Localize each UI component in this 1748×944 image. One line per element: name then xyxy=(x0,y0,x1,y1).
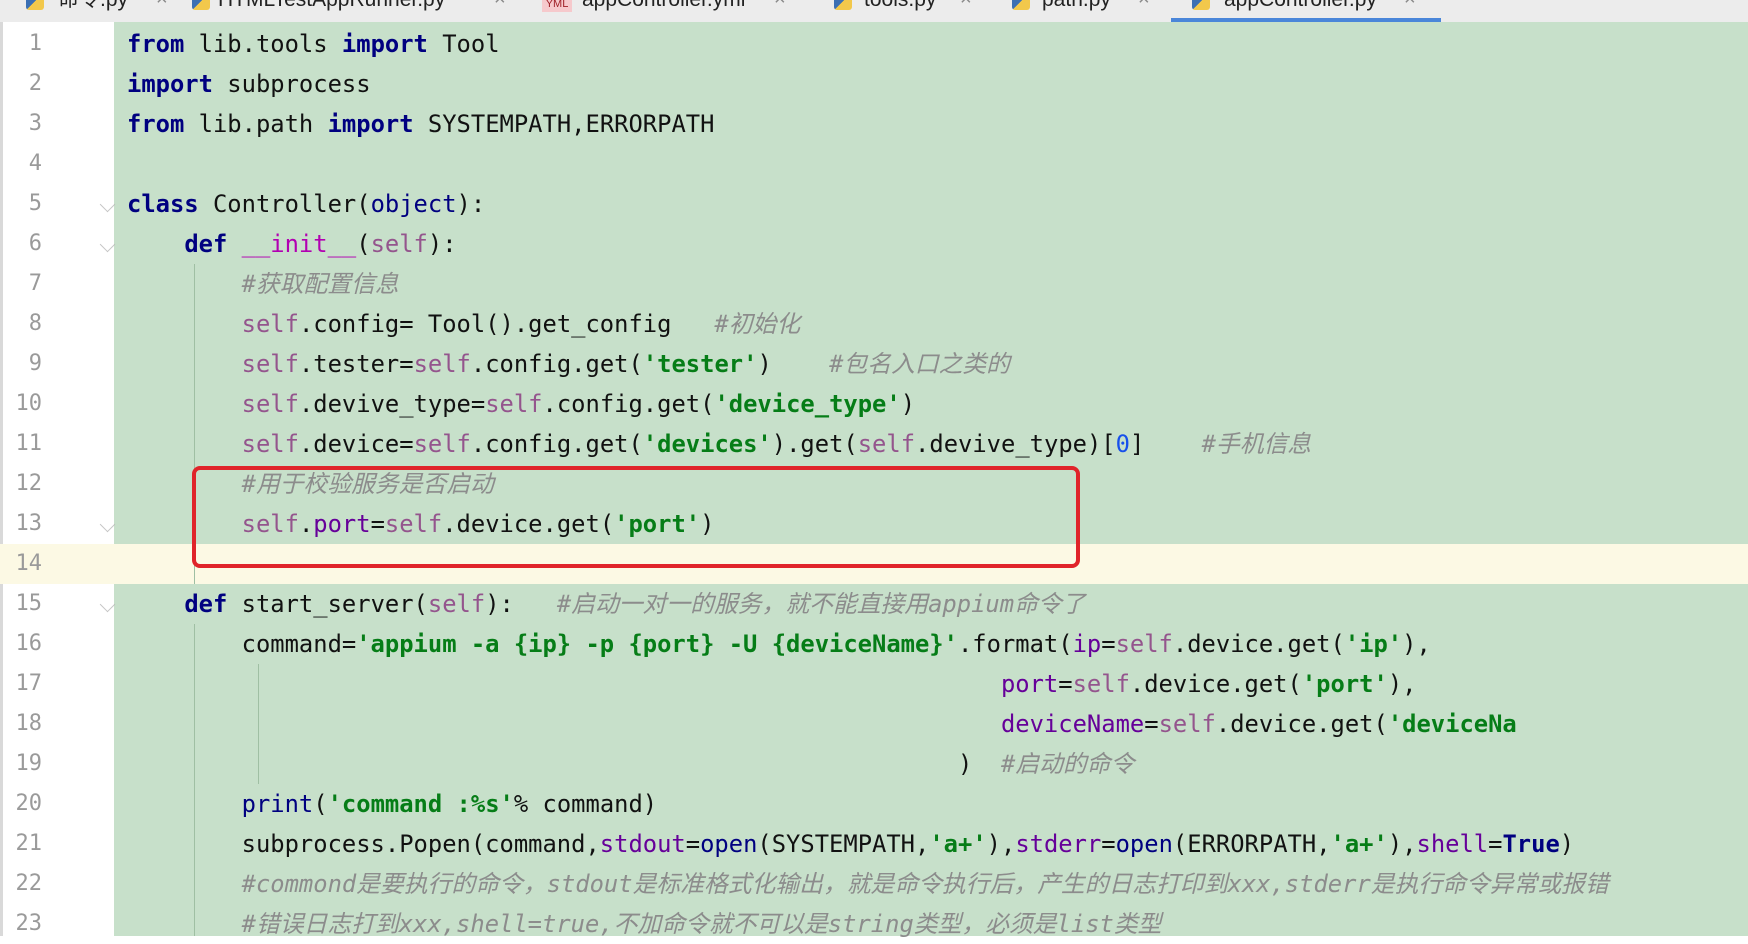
code-text[interactable]: #commond是要执行的命令，stdout是标准格式化输出，就是命令执行后，产… xyxy=(127,864,1609,904)
code-line: 5 class Controller(object): xyxy=(0,184,1748,224)
code-line: 3 from lib.path import SYSTEMPATH,ERRORP… xyxy=(0,104,1748,144)
line-number: 12 xyxy=(15,471,43,496)
code-text[interactable]: #获取配置信息 xyxy=(127,264,399,304)
code-text[interactable]: self.devive_type=self.config.get('device… xyxy=(127,384,915,424)
line-number: 3 xyxy=(28,111,42,136)
tab-label: path.py xyxy=(1042,0,1111,11)
line-number: 17 xyxy=(15,671,43,696)
code-text[interactable]: ) #启动的命令 xyxy=(127,744,1134,784)
tab-path-py[interactable]: path.py × xyxy=(1008,0,1150,22)
code-line: 9 self.tester=self.config.get('tester') … xyxy=(0,344,1748,384)
python-file-icon xyxy=(192,0,210,10)
tab-commands-py[interactable]: 命令.py × xyxy=(22,0,168,22)
line-number: 16 xyxy=(15,631,43,656)
line-number: 23 xyxy=(15,911,43,936)
code-line: 15 def start_server(self): #启动一对一的服务，就不能… xyxy=(0,584,1748,624)
fold-marker-icon[interactable] xyxy=(99,236,116,253)
tab-label: tools.py xyxy=(864,0,936,11)
line-number: 8 xyxy=(28,311,42,336)
code-text[interactable]: command='appium -a {ip} -p {port} -U {de… xyxy=(127,624,1431,664)
editor-tab-bar: 命令.py × HTMLTestAppRunner.py × YML appCo… xyxy=(0,0,1748,23)
close-icon[interactable]: × xyxy=(156,0,168,10)
close-icon[interactable]: × xyxy=(1404,0,1416,10)
close-icon[interactable]: × xyxy=(494,0,506,10)
code-text[interactable]: import subprocess xyxy=(127,64,371,104)
line-number: 2 xyxy=(28,71,42,96)
tab-label: HTMLTestAppRunner.py xyxy=(218,0,445,11)
close-icon[interactable]: × xyxy=(774,0,786,10)
line-number: 18 xyxy=(15,711,43,736)
code-line: 18 deviceName=self.device.get('deviceNa xyxy=(0,704,1748,744)
line-number: 19 xyxy=(15,751,43,776)
code-line: 11 self.device=self.config.get('devices'… xyxy=(0,424,1748,464)
code-text[interactable]: def __init__(self): xyxy=(127,224,456,264)
code-line: 16 command='appium -a {ip} -p {port} -U … xyxy=(0,624,1748,664)
code-text[interactable]: class Controller(object): xyxy=(127,184,485,224)
code-line: 17 port=self.device.get('port'), xyxy=(0,664,1748,704)
code-line: 20 print('command :%s'% command) xyxy=(0,784,1748,824)
fold-marker-icon[interactable] xyxy=(99,196,116,213)
code-line: 22 #commond是要执行的命令，stdout是标准格式化输出，就是命令执行… xyxy=(0,864,1748,904)
line-number: 22 xyxy=(15,871,43,896)
close-icon[interactable]: × xyxy=(960,0,972,10)
code-line: 2 import subprocess xyxy=(0,64,1748,104)
code-line: 10 self.devive_type=self.config.get('dev… xyxy=(0,384,1748,424)
code-line: 1 from lib.tools import Tool xyxy=(0,24,1748,64)
tab-label: appController.py xyxy=(1224,0,1377,11)
tab-label: 命令.py xyxy=(58,0,128,11)
line-number: 15 xyxy=(15,591,43,616)
code-text[interactable]: self.device=self.config.get('devices').g… xyxy=(127,424,1311,464)
tab-tools-py[interactable]: tools.py × xyxy=(830,0,972,22)
code-text[interactable]: port=self.device.get('port'), xyxy=(127,664,1417,704)
code-text[interactable]: self.tester=self.config.get('tester') #包… xyxy=(127,344,1010,384)
code-line: 6 def __init__(self): xyxy=(0,224,1748,264)
code-text[interactable]: def start_server(self): #启动一对一的服务，就不能直接用… xyxy=(127,584,1085,624)
python-file-icon xyxy=(1192,0,1210,10)
line-number: 4 xyxy=(28,151,42,176)
line-number: 13 xyxy=(15,511,43,536)
code-line: 23 #错误日志打到xxx,shell=true,不加命令就不可以是string… xyxy=(0,904,1748,944)
fold-marker-icon[interactable] xyxy=(99,516,116,533)
line-number: 5 xyxy=(28,191,42,216)
line-number: 14 xyxy=(15,551,43,576)
tab-appcontroller-yml[interactable]: YML appController.yml × xyxy=(542,0,786,22)
python-file-icon xyxy=(834,0,852,10)
line-number: 9 xyxy=(28,351,42,376)
python-file-icon xyxy=(26,0,44,10)
code-line: 7 #获取配置信息 xyxy=(0,264,1748,304)
line-number: 20 xyxy=(15,791,43,816)
python-file-icon xyxy=(1012,0,1030,10)
line-number: 1 xyxy=(28,31,42,56)
code-line: 8 self.config= Tool().get_config #初始化 xyxy=(0,304,1748,344)
code-text[interactable]: deviceName=self.device.get('deviceNa xyxy=(127,704,1517,744)
yml-file-icon: YML xyxy=(542,0,572,12)
tab-label: appController.yml xyxy=(582,0,745,11)
fold-marker-icon[interactable] xyxy=(99,596,116,613)
code-text[interactable]: subprocess.Popen(command,stdout=open(SYS… xyxy=(127,824,1575,864)
code-text[interactable]: print('command :%s'% command) xyxy=(127,784,658,824)
close-icon[interactable]: × xyxy=(1138,0,1150,10)
code-line: 21 subprocess.Popen(command,stdout=open(… xyxy=(0,824,1748,864)
tab-htmltestapprunner-py[interactable]: HTMLTestAppRunner.py × xyxy=(188,0,506,22)
line-number: 10 xyxy=(15,391,43,416)
line-number: 11 xyxy=(15,431,43,456)
code-line: 19 ) #启动的命令 xyxy=(0,744,1748,784)
line-number: 7 xyxy=(28,271,42,296)
line-number: 6 xyxy=(28,231,42,256)
code-text[interactable]: from lib.path import SYSTEMPATH,ERRORPAT… xyxy=(127,104,714,144)
red-highlight-box xyxy=(192,466,1080,568)
code-text[interactable]: self.config= Tool().get_config #初始化 xyxy=(127,304,801,344)
code-line: 4 xyxy=(0,144,1748,184)
line-number: 21 xyxy=(15,831,43,856)
code-text[interactable]: #错误日志打到xxx,shell=true,不加命令就不可以是string类型，… xyxy=(127,904,1162,944)
code-text[interactable]: from lib.tools import Tool xyxy=(127,24,500,64)
